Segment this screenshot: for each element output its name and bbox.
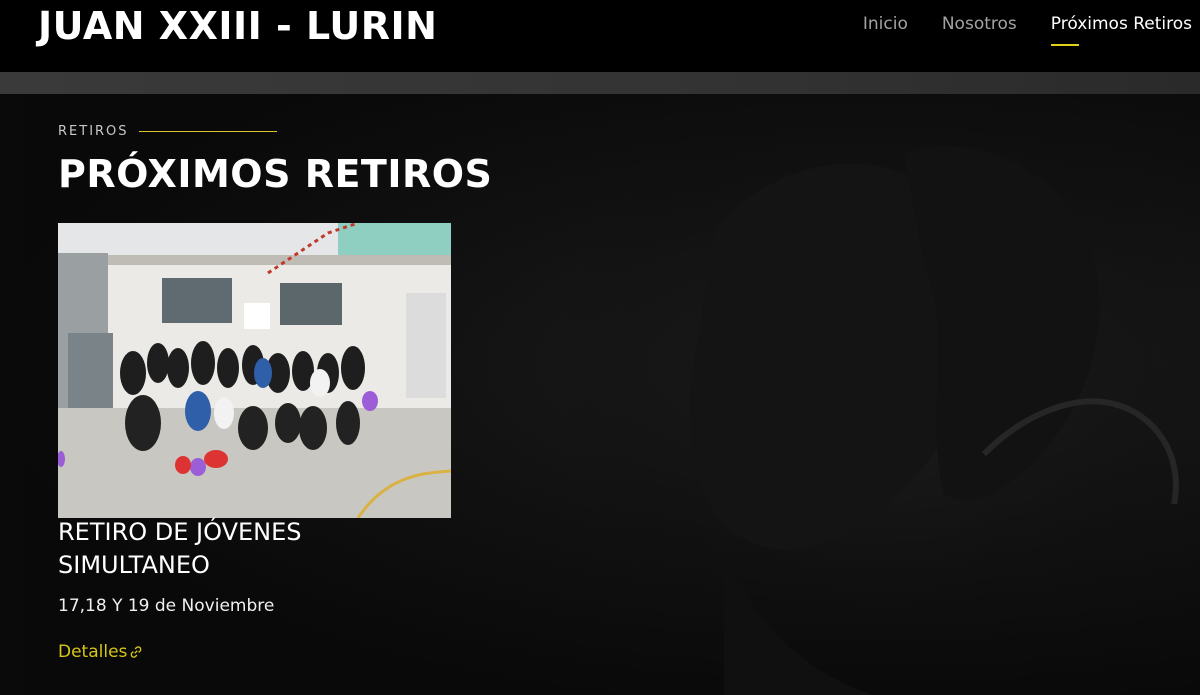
retiro-group-photo[interactable]	[58, 223, 451, 518]
retiro-title[interactable]: RETIRO DE JÓVENES SIMULTANEO	[58, 516, 418, 582]
retiro-date: 17,18 Y 19 de Noviembre	[58, 596, 275, 616]
nav-item-nosotros[interactable]: Nosotros	[942, 14, 1017, 40]
retiro-details-link[interactable]: Detalles	[58, 642, 143, 662]
eyebrow-divider	[138, 131, 277, 132]
nav-item-inicio[interactable]: Inicio	[863, 14, 908, 40]
header-divider-strip	[0, 72, 1200, 94]
site-title[interactable]: JUAN XXIII - LURIN	[38, 4, 437, 48]
top-navbar: JUAN XXIII - LURIN Inicio Nosotros Próxi…	[0, 0, 1200, 72]
main-nav: Inicio Nosotros Próximos Retiros	[863, 14, 1192, 46]
section-title: PRÓXIMOS RETIROS	[58, 152, 493, 196]
eyebrow-label: RETIROS	[58, 124, 129, 139]
retiros-section: RETIROS PRÓXIMOS RETIROS RETIRO DE JÓVEN…	[24, 94, 1200, 695]
link-icon	[131, 646, 142, 658]
section-eyebrow: RETIROS	[58, 124, 277, 139]
nav-item-proximos-retiros[interactable]: Próximos Retiros	[1050, 14, 1192, 46]
details-link-label: Detalles	[58, 642, 128, 662]
